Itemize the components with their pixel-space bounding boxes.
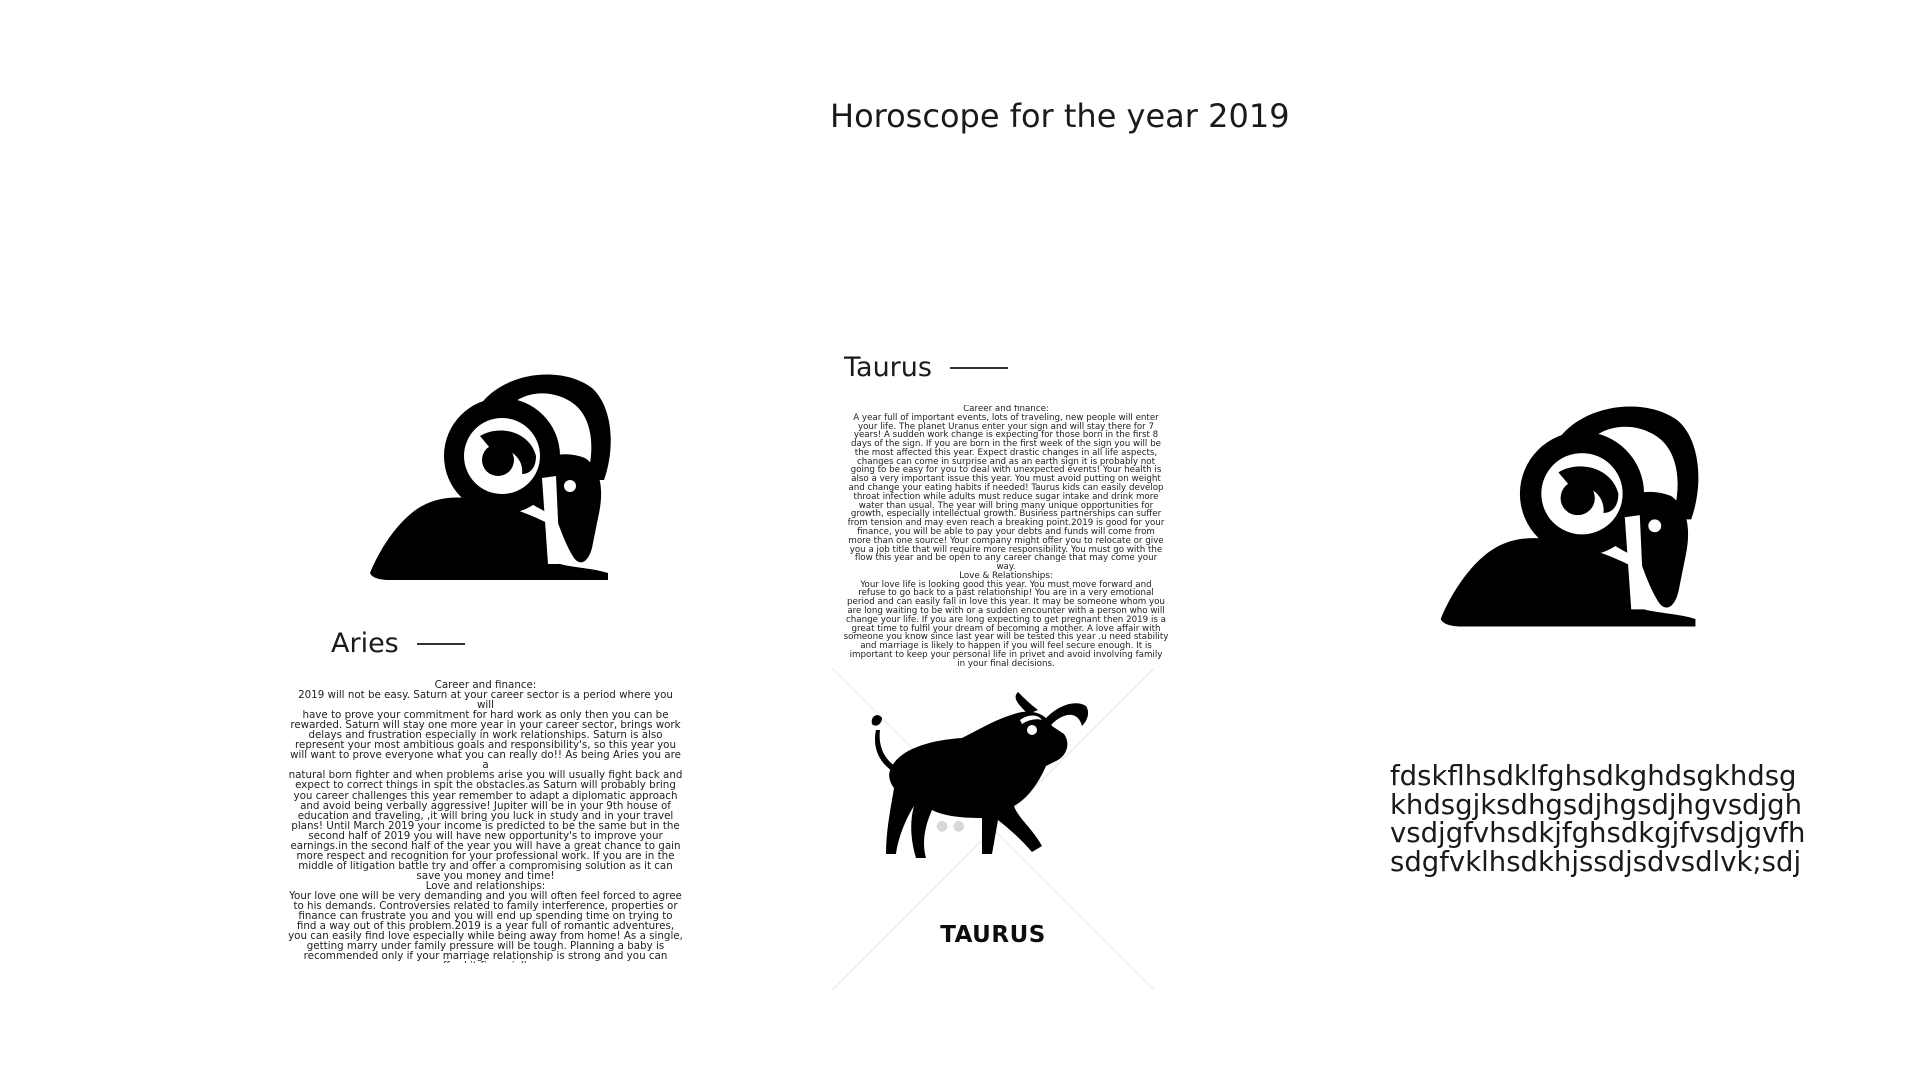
heading-divider [949,366,1008,369]
taurus-heading: Taurus [844,352,1008,383]
taurus-body-text: Career and finance: A year full of impor… [843,405,1169,669]
ram-silhouette-icon [1440,406,1699,627]
ram-silhouette-icon [370,374,611,580]
aries-body-text: Career and finance: 2019 will not be eas… [288,680,683,963]
taurus-heading-label: Taurus [844,352,932,383]
taurus-bull-card: ● ● TAURUS [832,668,1154,990]
watermark-logo: ● ● [936,818,965,834]
taurus-card-label: TAURUS [940,922,1046,948]
heading-divider [416,642,465,645]
page-title: Horoscope for the year 2019 [830,97,1290,135]
slide-canvas: Horoscope for the year 2019 Aries Career… [0,0,1920,1080]
aries-heading-label: Aries [331,628,399,659]
aries-heading: Aries [331,628,465,659]
placeholder-text-block: fdskflhsdklfghsdkghdsgkhdsg khdsgjksdhgs… [1390,760,1806,878]
